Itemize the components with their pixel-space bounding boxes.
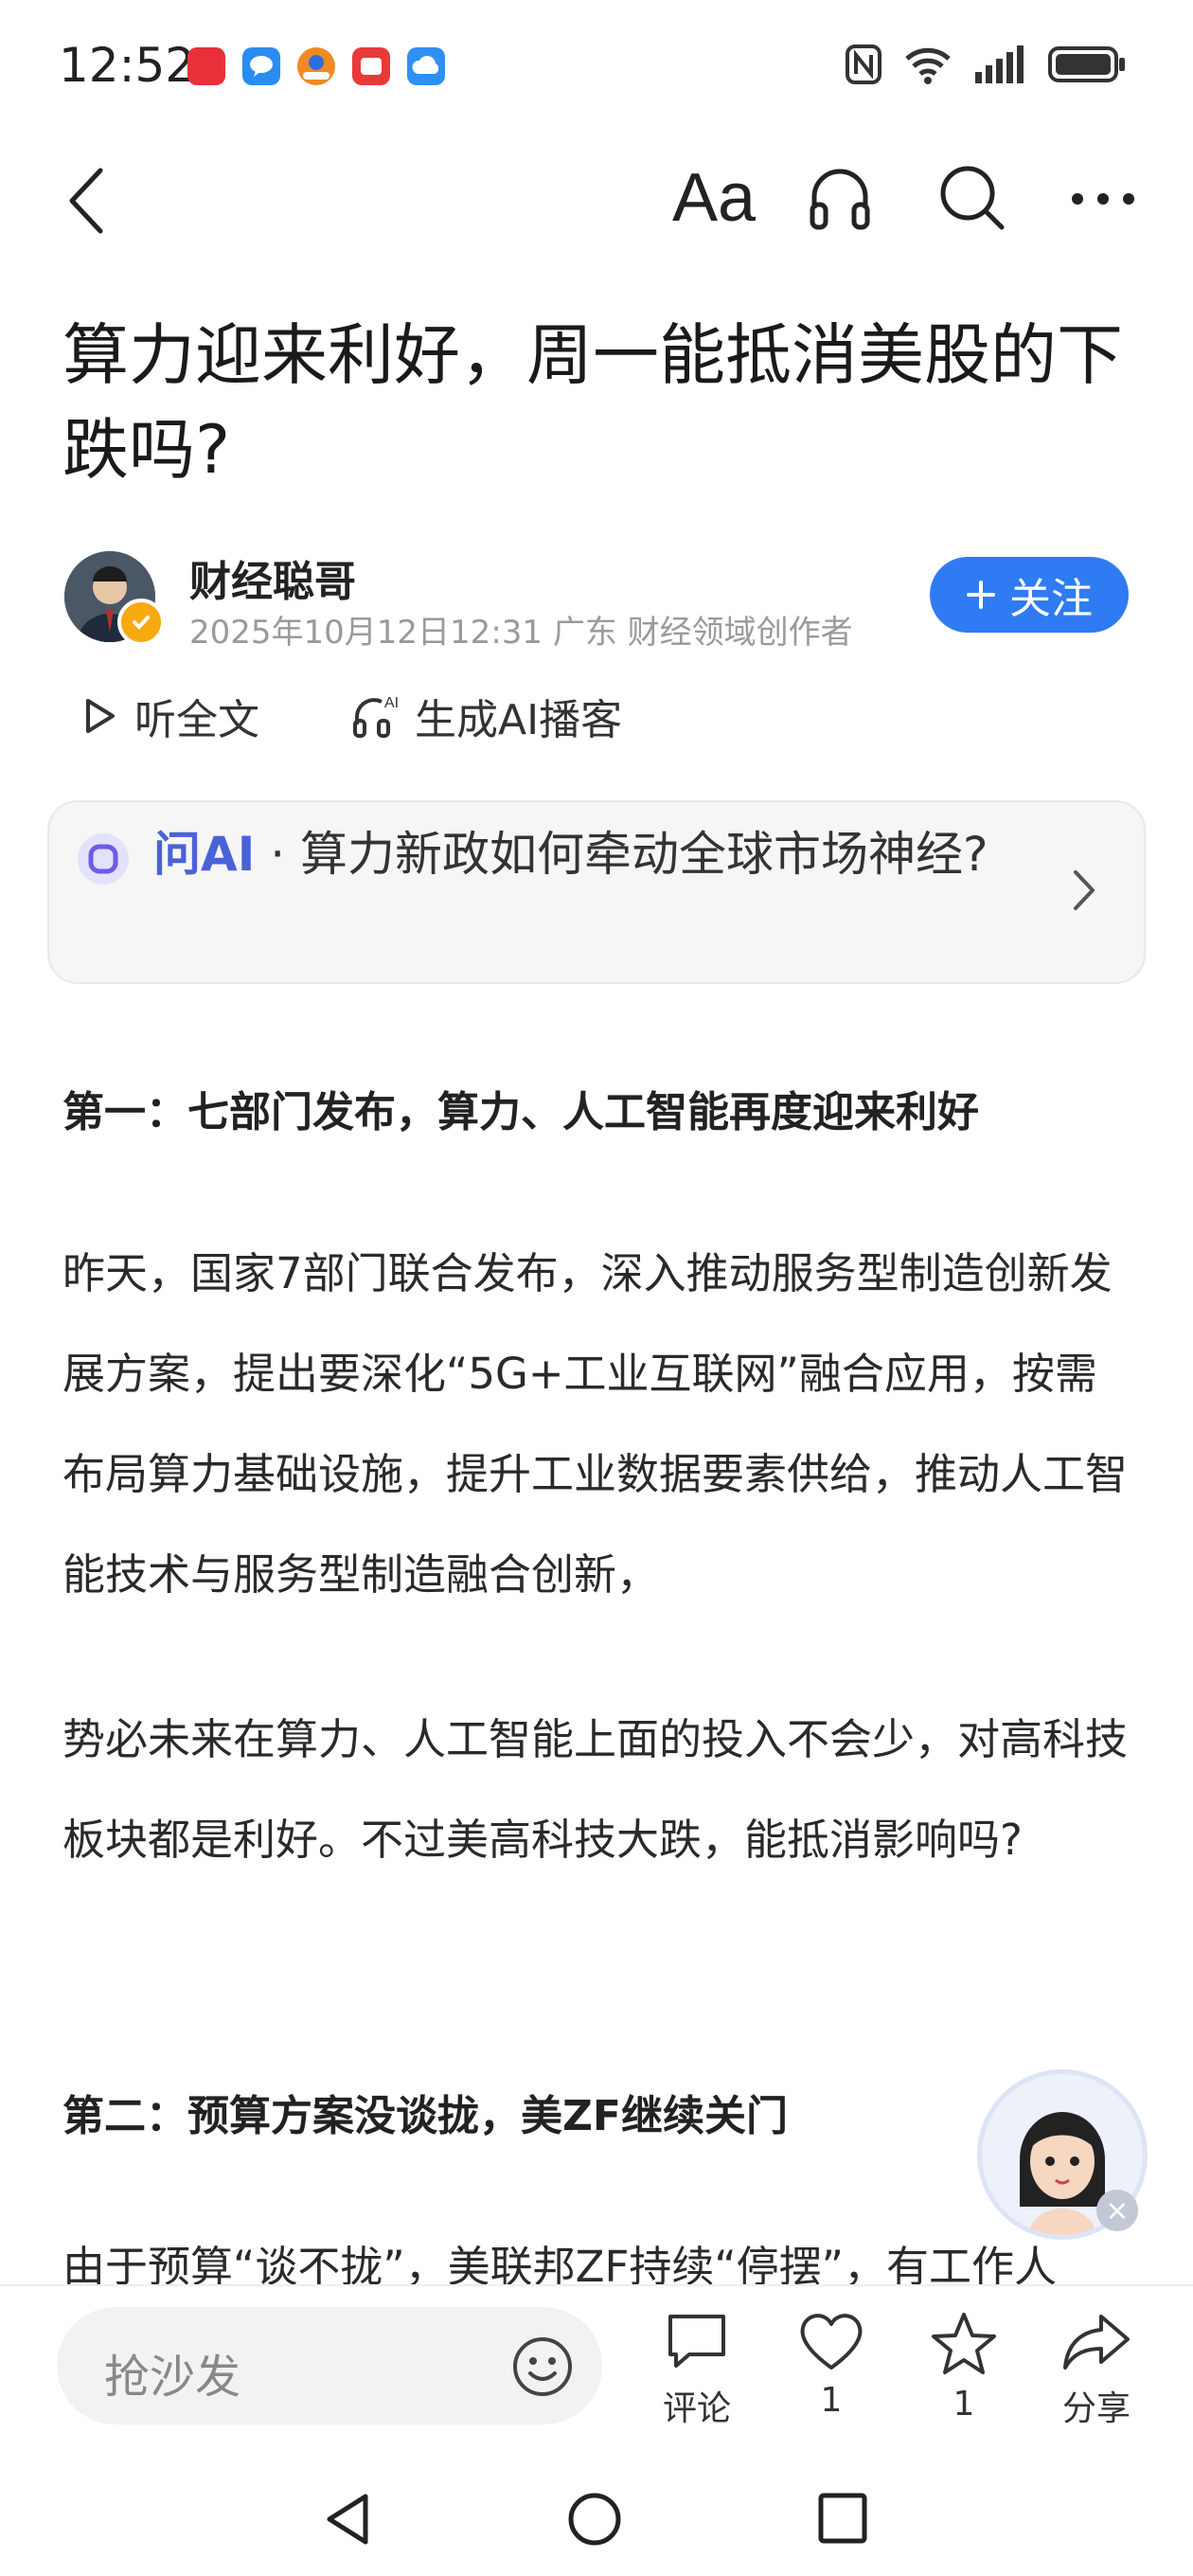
search-icon bbox=[940, 166, 1005, 230]
svg-text:AI: AI bbox=[384, 695, 399, 711]
comment-label: 评论 bbox=[662, 2389, 731, 2428]
close-assistant-button[interactable]: × bbox=[1096, 2190, 1138, 2231]
share-label: 分享 bbox=[1061, 2389, 1131, 2428]
share-icon bbox=[1063, 2315, 1130, 2370]
system-home-button[interactable] bbox=[566, 2491, 623, 2551]
system-recents-button[interactable] bbox=[816, 2491, 869, 2549]
mascot-app-icon bbox=[297, 47, 335, 85]
comment-icon bbox=[668, 2315, 725, 2368]
wifi-icon bbox=[905, 47, 951, 84]
paragraph-text: 由于预算“谈不拢”，美联邦ZF持续“停摆”，有工作人 bbox=[62, 2242, 1057, 2284]
heart-icon bbox=[800, 2314, 863, 2370]
ask-ai-text[interactable]: 问AI · 算力新政如何牵动全球市场神经? bbox=[153, 822, 1006, 886]
play-icon bbox=[86, 699, 115, 733]
paragraph: 势必未来在算力、人工智能上面的投入不会少，对高科技板块都是利好。不过美高科技大跌… bbox=[62, 1714, 1129, 1865]
font-size-button[interactable]: Aa bbox=[672, 159, 756, 237]
ai-headphones-icon: AI bbox=[353, 695, 399, 738]
follow-label: 关注 bbox=[1009, 575, 1093, 623]
chevron-right-icon bbox=[1070, 867, 1098, 918]
system-back-button[interactable] bbox=[322, 2491, 375, 2551]
square-recents-icon bbox=[818, 2493, 867, 2544]
circle-home-icon bbox=[568, 2493, 621, 2546]
emoji-icon bbox=[513, 2337, 572, 2396]
ai-logo-icon bbox=[76, 832, 131, 886]
ask-ai-tag: 问AI bbox=[153, 827, 256, 882]
like-button[interactable]: 1 bbox=[775, 2311, 888, 2420]
listen-button[interactable] bbox=[807, 163, 873, 237]
paragraph: 由于预算“谈不拢”，美联邦ZF持续“停摆”，有工作人 bbox=[62, 2227, 1132, 2284]
headphones-icon bbox=[810, 169, 870, 230]
red-app-icon bbox=[352, 47, 390, 85]
ask-ai-separator: · bbox=[270, 827, 286, 882]
author-name[interactable]: 财经聪哥 bbox=[189, 547, 356, 608]
signal-icon bbox=[975, 45, 1024, 83]
comment-placeholder: 抢沙发 bbox=[104, 2351, 241, 2404]
verified-badge-icon bbox=[117, 599, 165, 646]
listen-full-button[interactable]: 听全文 bbox=[83, 686, 259, 746]
more-icon bbox=[1072, 193, 1134, 205]
plus-icon bbox=[967, 581, 995, 609]
favorite-button[interactable]: 1 bbox=[907, 2311, 1021, 2424]
triangle-back-icon bbox=[327, 2494, 368, 2545]
comment-button[interactable]: 评论 bbox=[640, 2311, 754, 2430]
search-button[interactable] bbox=[937, 163, 1007, 237]
article-title: 算力迎来利好，周一能抵消美股的下跌吗? bbox=[62, 316, 1123, 489]
paragraph: 昨天，国家7部门联合发布，深入推动服务型制造创新发展方案，提出要深化“5G+工业… bbox=[62, 1248, 1129, 1600]
follow-button[interactable]: 关注 bbox=[930, 557, 1129, 633]
star-icon bbox=[932, 2313, 996, 2374]
cloud-app-icon bbox=[407, 47, 445, 85]
battery-icon bbox=[1048, 46, 1125, 82]
generate-ai-label: 生成AI播客 bbox=[415, 696, 623, 744]
chevron-left-icon bbox=[69, 168, 103, 234]
section-heading: 第一：七部门发布，算力、人工智能再度迎来利好 bbox=[62, 1088, 979, 1136]
section-heading: 第二：预算方案没谈拢，美ZF继续关门 bbox=[62, 2092, 788, 2140]
author-meta: 2025年10月12日12:31 广东 财经领域创作者 bbox=[189, 614, 853, 652]
generate-ai-podcast-button[interactable]: AI 生成AI播客 bbox=[352, 686, 622, 746]
chat-bubble-app-icon bbox=[242, 47, 280, 85]
share-button[interactable]: 分享 bbox=[1040, 2311, 1153, 2430]
status-time: 12:52 bbox=[59, 38, 196, 93]
back-button[interactable] bbox=[62, 163, 110, 242]
emoji-button[interactable] bbox=[511, 2335, 574, 2402]
favorite-count: 1 bbox=[953, 2385, 975, 2424]
nfc-icon bbox=[846, 45, 881, 84]
shopping-app-icon bbox=[187, 47, 225, 85]
like-count: 1 bbox=[820, 2381, 843, 2420]
ask-ai-question: 算力新政如何牵动全球市场神经? bbox=[300, 827, 988, 882]
more-button[interactable] bbox=[1070, 189, 1136, 212]
status-icons bbox=[845, 44, 1127, 85]
listen-label: 听全文 bbox=[134, 696, 259, 744]
